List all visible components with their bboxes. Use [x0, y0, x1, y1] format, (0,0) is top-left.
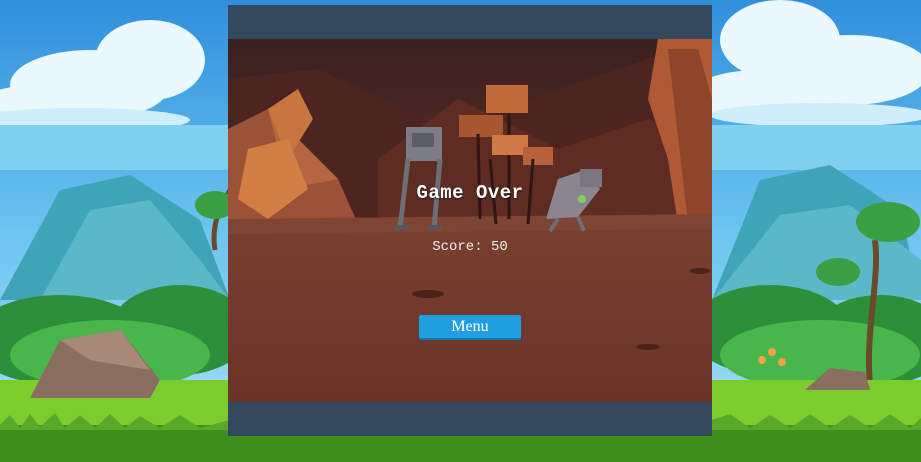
game-viewport: Game Over Score: 50 Menu: [228, 39, 712, 402]
game-window: Game Over Score: 50 Menu: [228, 5, 712, 436]
bottom-bar: [228, 402, 712, 436]
top-bar: [228, 5, 712, 39]
game-over-overlay: Game Over Score: 50 Menu: [228, 39, 712, 402]
menu-button[interactable]: Menu: [419, 315, 521, 340]
game-over-title: Game Over: [416, 182, 524, 204]
score-label: Score: 50: [432, 239, 508, 255]
